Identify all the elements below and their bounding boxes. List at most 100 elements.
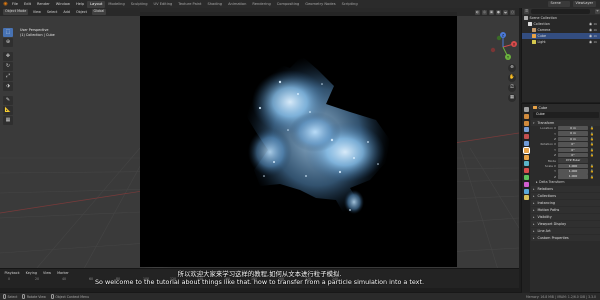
viewport-menu-add[interactable]: Add (62, 10, 72, 14)
xray-icon[interactable]: ▣ (489, 9, 494, 15)
cursor-tool-icon[interactable]: ⊕ (3, 38, 13, 47)
panel-motion-paths[interactable]: ▸ Motion Paths (531, 206, 600, 213)
filter-icon[interactable]: ⏷ (595, 9, 600, 14)
panel-line-art[interactable]: ▸ Line Art (531, 227, 600, 234)
rotation-mode-dropdown[interactable]: XYZ Euler (558, 158, 588, 163)
outliner-search-input[interactable] (531, 9, 590, 14)
navigation-gizmo[interactable]: X Y Z (488, 32, 518, 62)
tab-animation[interactable]: Animation (225, 1, 249, 8)
menu-file[interactable]: File (9, 2, 21, 6)
rotation-z-field[interactable]: 0° (558, 152, 588, 158)
add-cube-tool-icon[interactable]: ▦ (3, 116, 13, 125)
scale-y-field[interactable]: 1.000 (558, 169, 588, 174)
properties-tab-icon[interactable] (523, 140, 529, 146)
panel-instancing[interactable]: ▸ Instancing (531, 199, 600, 206)
camera-render-icon[interactable]: ▭ (594, 28, 597, 32)
scale-x-field[interactable]: 1.000 (558, 163, 588, 169)
lock-icon[interactable]: 🔓 (590, 148, 594, 152)
tab-geometry-nodes[interactable]: Geometry Nodes (302, 1, 338, 8)
properties-tab-icon[interactable] (523, 188, 529, 194)
outliner-item-light[interactable]: Light ◉ ▭ (522, 39, 600, 45)
properties-tab-icon[interactable] (523, 113, 529, 119)
lock-icon[interactable]: 🔓 (590, 142, 594, 146)
properties-tab-icon[interactable] (523, 120, 529, 126)
lock-icon[interactable]: 🔓 (590, 126, 594, 130)
properties-tab-icon[interactable] (523, 168, 529, 174)
tab-layout[interactable]: Layout (87, 0, 106, 8)
location-y-field[interactable]: 0 m (558, 131, 588, 136)
camera-view-icon[interactable]: ⎚ (508, 84, 516, 92)
tab-uv-editing[interactable]: UV Editing (151, 1, 176, 8)
scale-tool-icon[interactable]: ⤢ (3, 72, 13, 81)
visibility-icon[interactable]: ◐ (475, 9, 480, 15)
rotation-x-field[interactable]: 0° (558, 142, 588, 147)
tab-scripting[interactable]: Scripting (339, 1, 361, 8)
properties-tab-icon[interactable] (522, 146, 530, 154)
lock-icon[interactable]: 🔓 (590, 169, 594, 173)
solid-shading-icon[interactable]: ● (496, 9, 501, 15)
tab-shading[interactable]: Shading (204, 1, 225, 8)
object-mode-dropdown[interactable]: Object Mode (3, 9, 29, 15)
select-box-tool-icon[interactable]: ⬚ (3, 28, 13, 37)
panel-delta-transform[interactable]: ▸ Delta Transform (531, 179, 600, 184)
perspective-grid-icon[interactable]: ▦ (508, 94, 516, 102)
eye-icon[interactable]: ◉ (589, 28, 592, 32)
properties-tab-icon[interactable] (523, 195, 529, 201)
rotation-y-field[interactable]: 0° (558, 147, 588, 152)
transform-orientation-dropdown[interactable]: Global (91, 9, 107, 15)
tab-compositing[interactable]: Compositing (274, 1, 303, 8)
menu-window[interactable]: Window (53, 2, 73, 6)
move-tool-icon[interactable]: ✥ (3, 52, 13, 61)
properties-tab-icon[interactable] (523, 107, 529, 112)
panel-collections[interactable]: ▸ Collections (531, 192, 600, 199)
eye-icon[interactable]: ◉ (589, 40, 592, 44)
rendered-shading-icon[interactable]: ○ (510, 9, 515, 15)
eye-icon[interactable]: ◉ (589, 22, 592, 26)
overlays-icon[interactable]: ◎ (482, 9, 487, 15)
location-z-field[interactable]: 0 m (558, 136, 588, 142)
menu-edit[interactable]: Edit (21, 2, 34, 6)
panel-viewport-display[interactable]: ▸ Viewport Display (531, 220, 600, 227)
eye-icon[interactable]: ◉ (589, 34, 592, 38)
blender-logo-icon[interactable]: ◉ (2, 1, 9, 7)
view-layer-selector[interactable]: ViewLayer (572, 1, 596, 7)
scale-z-field[interactable]: 1.000 (558, 174, 588, 179)
menu-render[interactable]: Render (34, 2, 53, 6)
lock-icon[interactable]: 🔓 (590, 164, 594, 168)
properties-tab-icon[interactable] (523, 134, 529, 140)
properties-tab-icon[interactable] (523, 154, 529, 160)
material-shading-icon[interactable]: ◒ (503, 9, 508, 15)
lock-icon[interactable]: 🔓 (590, 132, 594, 136)
camera-render-icon[interactable]: ▭ (594, 40, 597, 44)
measure-tool-icon[interactable]: 📐 (3, 106, 13, 115)
panel-custom-properties[interactable]: ▸ Custom Properties (531, 234, 600, 241)
lock-icon[interactable]: 🔓 (590, 137, 594, 141)
viewport-menu-object[interactable]: Object (74, 10, 88, 14)
tab-modeling[interactable]: Modeling (105, 1, 127, 8)
properties-tab-icon[interactable] (523, 161, 529, 167)
properties-tab-icon[interactable] (523, 174, 529, 180)
camera-render-icon[interactable]: ▭ (594, 22, 597, 26)
zoom-icon[interactable]: ⊕ (508, 64, 516, 72)
pan-hand-icon[interactable]: ✋ (508, 74, 516, 82)
object-name-field[interactable]: Cube (533, 112, 599, 118)
panel-visibility[interactable]: ▸ Visibility (531, 213, 600, 220)
properties-tab-icon[interactable] (523, 127, 529, 133)
viewport-menu-view[interactable]: View (31, 10, 42, 14)
3d-viewport[interactable]: Object Mode View Select Add Object Globa… (0, 8, 519, 276)
viewport-menu-select[interactable]: Select (45, 10, 58, 14)
lock-icon[interactable]: 🔓 (590, 175, 594, 179)
camera-render-icon[interactable]: ▭ (594, 34, 597, 38)
tab-sculpting[interactable]: Sculpting (128, 1, 151, 8)
menu-help[interactable]: Help (73, 2, 87, 6)
properties-tab-icon[interactable] (523, 181, 529, 187)
transform-tool-icon[interactable]: ⬗ (3, 82, 13, 91)
rotate-tool-icon[interactable]: ↻ (3, 62, 13, 71)
annotate-tool-icon[interactable]: ✎ (3, 96, 13, 105)
outliner-display-mode-icon[interactable]: ☰ (524, 9, 529, 14)
scene-selector[interactable]: Scene (547, 1, 570, 7)
panel-relations[interactable]: ▸ Relations (531, 185, 600, 192)
tab-rendering[interactable]: Rendering (249, 1, 273, 8)
lock-icon[interactable]: 🔓 (590, 153, 594, 157)
tab-texture-paint[interactable]: Texture Paint (175, 1, 204, 8)
